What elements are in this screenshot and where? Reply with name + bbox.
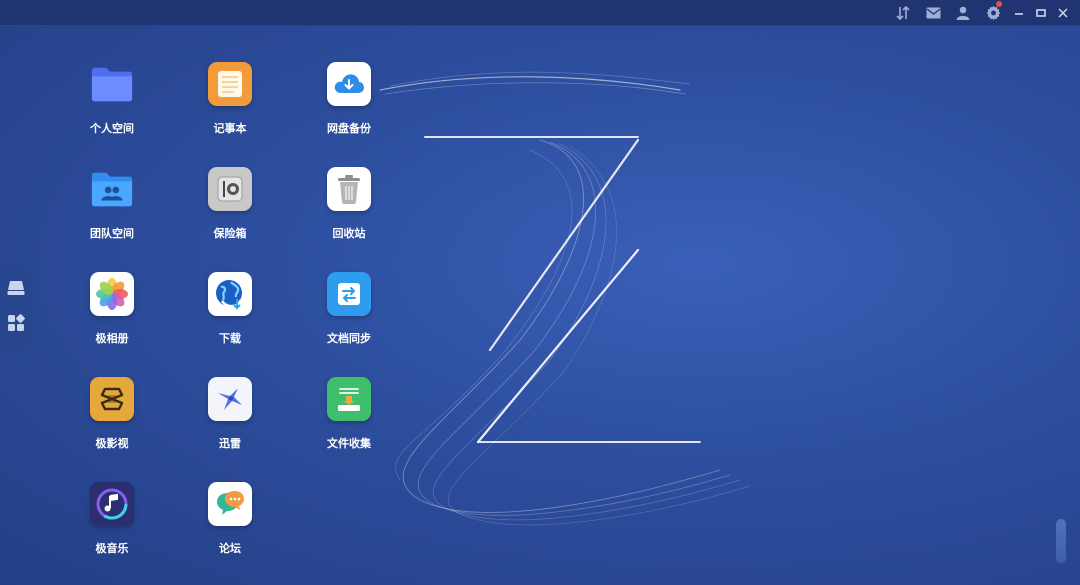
folder-icon (90, 62, 134, 106)
thunder-bird-icon (208, 377, 252, 421)
team-folder-icon (90, 167, 134, 211)
app-label: 极相册 (95, 332, 129, 345)
notepad-icon (208, 62, 252, 106)
minimize-button[interactable] (1008, 0, 1030, 25)
app-notepad[interactable]: 记事本 (190, 62, 270, 152)
gear-icon (986, 5, 1000, 20)
z-wallpaper-art (379, 71, 751, 526)
sync-icon (327, 272, 371, 316)
photos-icon (90, 272, 134, 316)
app-doc-sync[interactable]: 文档同步 (309, 272, 389, 362)
cloud-download-icon (327, 62, 371, 106)
app-label: 个人空间 (90, 122, 134, 135)
app-file-collect[interactable]: 文件收集 (309, 377, 389, 467)
minimize-icon (1015, 12, 1023, 15)
app-cloud-backup[interactable]: 网盘备份 (309, 62, 389, 152)
app-label: 回收站 (332, 227, 366, 240)
video-icon (90, 377, 134, 421)
music-icon (90, 482, 134, 526)
transfer-button[interactable] (888, 0, 918, 25)
apps-grid-icon (8, 314, 25, 331)
app-label: 保险箱 (213, 227, 247, 240)
app-label: 下载 (219, 332, 241, 345)
close-button[interactable] (1052, 0, 1074, 25)
globe-download-icon (208, 272, 252, 316)
safe-icon (208, 167, 252, 211)
maximize-icon (1036, 8, 1046, 17)
top-bar (0, 0, 1080, 26)
user-button[interactable] (948, 0, 978, 25)
app-label: 极音乐 (95, 542, 129, 555)
apps-grid-button[interactable] (7, 314, 25, 336)
app-forum[interactable]: 论坛 (190, 482, 270, 572)
app-safe[interactable]: 保险箱 (190, 167, 270, 257)
mail-button[interactable] (918, 0, 948, 25)
app-label: 记事本 (213, 122, 247, 135)
app-label: 文档同步 (327, 332, 371, 345)
app-label: 迅雷 (219, 437, 241, 450)
file-collect-icon (327, 377, 371, 421)
app-label: 团队空间 (90, 227, 134, 240)
close-icon (1058, 7, 1068, 18)
app-personal-space[interactable]: 个人空间 (72, 62, 152, 152)
app-team-space[interactable]: 团队空间 (72, 167, 152, 257)
app-thunder[interactable]: 迅雷 (190, 377, 270, 467)
corner-handle (1056, 519, 1066, 563)
desktop: 个人空间 记事本 网盘备份 团队空间 保险箱 回收站 极相册 下载 文档同步 极… (0, 0, 1080, 585)
settings-button[interactable] (978, 0, 1008, 25)
app-download[interactable]: 下载 (190, 272, 270, 362)
app-photos[interactable]: 极相册 (72, 272, 152, 362)
app-label: 论坛 (219, 542, 241, 555)
user-icon (956, 6, 970, 20)
app-video[interactable]: 极影视 (72, 377, 152, 467)
app-label: 极影视 (95, 437, 129, 450)
top-bar-controls (888, 0, 1074, 25)
transfer-icon (896, 5, 910, 20)
side-dock (0, 266, 32, 350)
notification-dot (996, 1, 1002, 7)
forum-chat-icon (208, 482, 252, 526)
app-recycle-bin[interactable]: 回收站 (309, 167, 389, 257)
app-label: 网盘备份 (327, 122, 371, 135)
app-label: 文件收集 (327, 437, 371, 450)
trash-icon (327, 167, 371, 211)
app-music[interactable]: 极音乐 (72, 482, 152, 572)
mail-icon (926, 7, 940, 18)
drive-button[interactable] (7, 280, 25, 300)
maximize-button[interactable] (1030, 0, 1052, 25)
drive-icon (7, 281, 25, 295)
